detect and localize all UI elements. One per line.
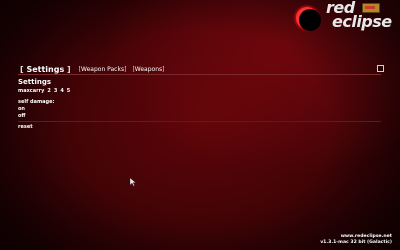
tab-weapons[interactable]: [Weapons] (132, 66, 164, 73)
red-eclipse-logo: red eclipse (288, 0, 392, 36)
settings-divider (18, 121, 381, 122)
reset-button[interactable]: reset (18, 124, 33, 130)
footer-version: v1.3.1-mac 32 bit (Galactic) (320, 240, 392, 245)
maxcarry-option-4[interactable]: 4 (60, 88, 63, 94)
maxcarry-row: maxcarry 2 3 4 5 (18, 88, 70, 94)
maxcarry-option-2[interactable]: 2 (47, 88, 50, 94)
mouse-pointer-icon (130, 178, 136, 186)
tab-weapons-label: Weapons (134, 65, 163, 73)
tab-weapon-packs-label: Weapon Packs (81, 65, 125, 73)
game-menu-screen: red eclipse [ Settings ] [Weapon Packs] … (0, 0, 400, 250)
maxcarry-option-5[interactable]: 5 (67, 88, 70, 94)
tab-settings-label: Settings (26, 64, 65, 74)
background-vignette (0, 0, 400, 250)
self-damage-on-option[interactable]: on (18, 106, 25, 112)
window-toggle-icon[interactable] (377, 65, 384, 72)
footer-url: www.redeclipse.net (340, 234, 392, 239)
maxcarry-label: maxcarry (18, 88, 45, 94)
panel-title: Settings (18, 78, 52, 86)
tab-weapon-packs[interactable]: [Weapon Packs] (79, 66, 127, 73)
self-damage-label: self damage: (18, 99, 55, 105)
tab-divider (18, 74, 381, 75)
maxcarry-option-3[interactable]: 3 (54, 88, 57, 94)
eclipse-logo-icon (293, 4, 321, 32)
tab-settings[interactable]: [ Settings ] (20, 65, 71, 74)
self-damage-off-option[interactable]: off (18, 113, 26, 119)
logo-word-eclipse: eclipse (332, 12, 392, 31)
